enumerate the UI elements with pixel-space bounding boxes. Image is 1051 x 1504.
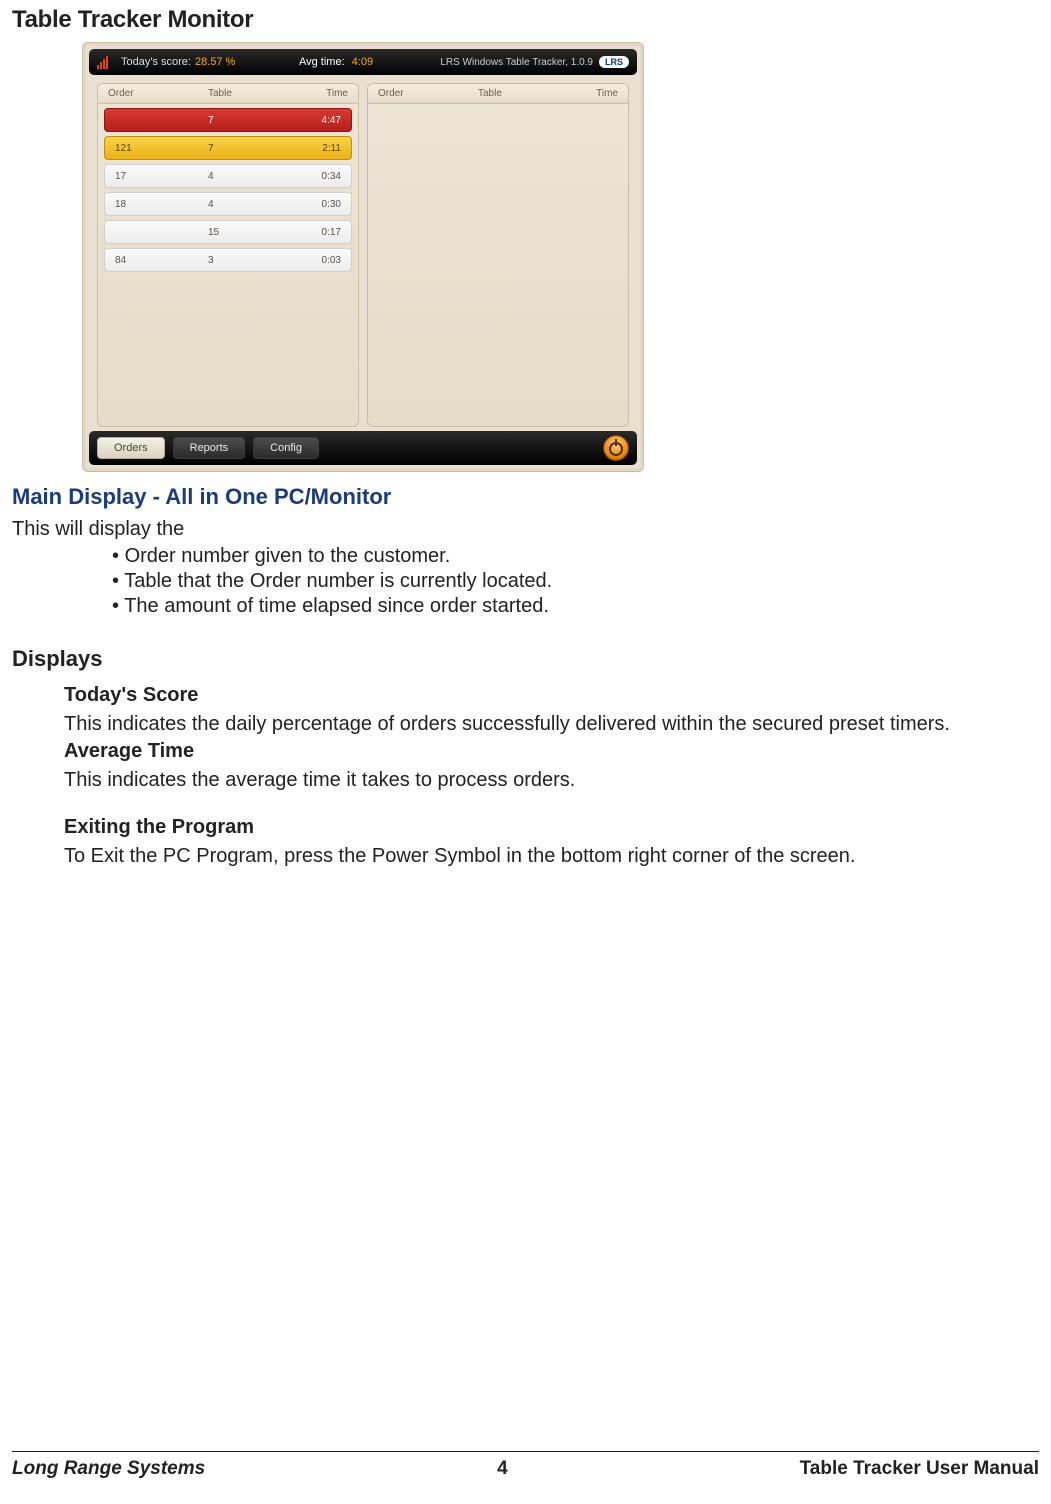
main-display-heading: Main Display - All in One PC/Monitor xyxy=(12,484,1039,510)
column-header: Order Table Time xyxy=(98,84,358,104)
table-row[interactable]: 17 4 0:34 xyxy=(104,164,352,188)
app-bottombar: Orders Reports Config xyxy=(89,431,637,465)
main-display-intro: This will display the xyxy=(12,518,1039,541)
orders-column-left: Order Table Time 7 4:47 121 7 2:11 17 4 xyxy=(97,83,359,427)
orders-column-right: Order Table Time xyxy=(367,83,629,427)
todays-score-heading: Today's Score xyxy=(64,684,1039,707)
cell-table: 3 xyxy=(198,255,291,266)
average-time-heading: Average Time xyxy=(64,740,1039,763)
header-order: Order xyxy=(98,88,198,99)
footer-right: Table Tracker User Manual xyxy=(800,1458,1039,1480)
cell-time: 0:34 xyxy=(291,171,351,182)
orders-button[interactable]: Orders xyxy=(97,437,165,459)
product-label: LRS Windows Table Tracker, 1.0.9 xyxy=(440,57,593,68)
column-header: Order Table Time xyxy=(368,84,628,104)
avg-value: 4:09 xyxy=(352,56,373,68)
cell-table: 7 xyxy=(198,115,291,126)
app-topbar: Today's score: 28.57 % Avg time: 4:09 LR… xyxy=(89,49,637,75)
displays-heading: Displays xyxy=(12,646,1039,672)
page-title: Table Tracker Monitor xyxy=(12,6,1039,34)
cell-table: 4 xyxy=(198,199,291,210)
cell-order: 17 xyxy=(105,171,198,182)
footer-left: Long Range Systems xyxy=(12,1458,205,1480)
list-item: Order number given to the customer. xyxy=(112,545,1039,568)
app-screenshot: Today's score: 28.57 % Avg time: 4:09 LR… xyxy=(82,42,644,472)
table-row[interactable]: 7 4:47 xyxy=(104,108,352,132)
lrs-logo-icon: LRS xyxy=(599,56,629,68)
score-label: Today's score: xyxy=(121,56,191,68)
cell-time: 2:11 xyxy=(291,143,351,154)
exiting-heading: Exiting the Program xyxy=(64,816,1039,839)
avg-label: Avg time: xyxy=(299,56,345,68)
cell-table: 7 xyxy=(198,143,291,154)
table-row[interactable]: 15 0:17 xyxy=(104,220,352,244)
reports-button[interactable]: Reports xyxy=(173,437,246,459)
header-order: Order xyxy=(368,88,468,99)
config-button[interactable]: Config xyxy=(253,437,319,459)
list-item: The amount of time elapsed since order s… xyxy=(112,595,1039,618)
cell-order: 18 xyxy=(105,199,198,210)
cell-table: 4 xyxy=(198,171,291,182)
cell-time: 4:47 xyxy=(291,115,351,126)
header-time: Time xyxy=(568,88,628,99)
cell-time: 0:03 xyxy=(291,255,351,266)
average-time-body: This indicates the average time it takes… xyxy=(64,769,1039,792)
cell-order: 84 xyxy=(105,255,198,266)
footer-page-number: 4 xyxy=(497,1458,508,1480)
todays-score-body: This indicates the daily percentage of o… xyxy=(64,713,1039,736)
main-display-bullets: Order number given to the customer. Tabl… xyxy=(112,545,1039,618)
page-footer: Long Range Systems 4 Table Tracker User … xyxy=(12,1451,1039,1480)
cell-time: 0:17 xyxy=(291,227,351,238)
list-item: Table that the Order number is currently… xyxy=(112,570,1039,593)
header-table: Table xyxy=(198,88,298,99)
exiting-body: To Exit the PC Program, press the Power … xyxy=(64,845,1039,868)
score-value: 28.57 % xyxy=(195,56,235,68)
cell-order: 121 xyxy=(105,143,198,154)
table-row[interactable]: 18 4 0:30 xyxy=(104,192,352,216)
power-icon[interactable] xyxy=(603,435,629,461)
signal-icon xyxy=(97,55,111,69)
table-row[interactable]: 121 7 2:11 xyxy=(104,136,352,160)
cell-table: 15 xyxy=(198,227,291,238)
header-table: Table xyxy=(468,88,568,99)
cell-time: 0:30 xyxy=(291,199,351,210)
table-row[interactable]: 84 3 0:03 xyxy=(104,248,352,272)
header-time: Time xyxy=(298,88,358,99)
